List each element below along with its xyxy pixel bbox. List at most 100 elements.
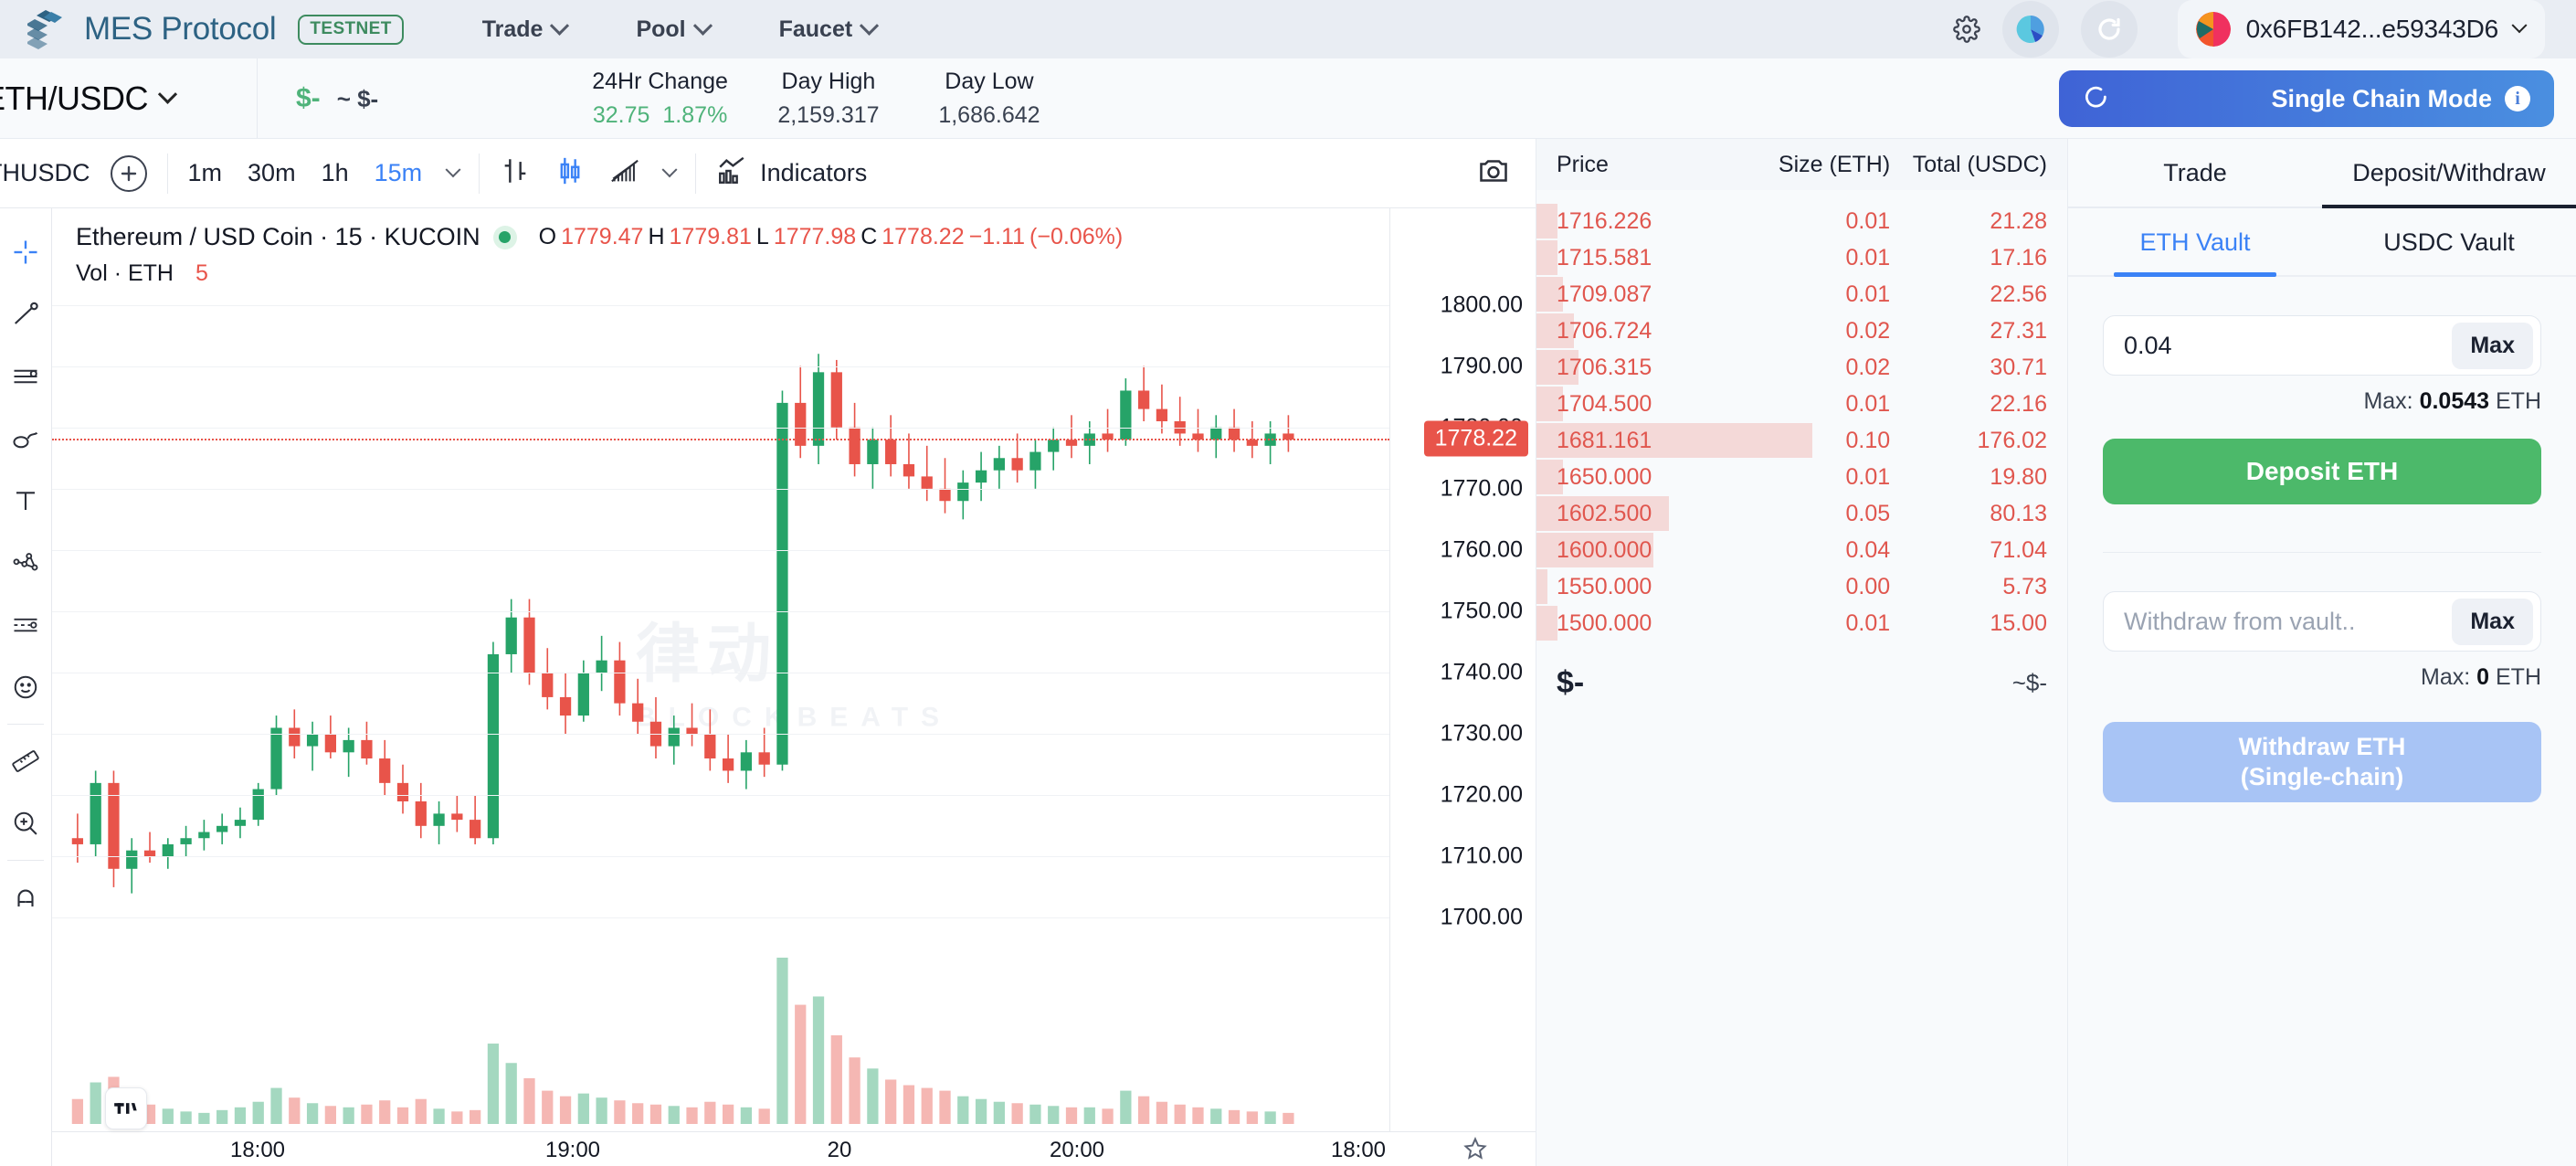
orderbook-mid-left: $- xyxy=(1557,665,1584,701)
magnet-icon[interactable] xyxy=(3,866,48,928)
info-icon[interactable]: i xyxy=(2505,86,2530,111)
pitchfork-icon[interactable] xyxy=(3,408,48,470)
orderbook-size: 0.01 xyxy=(1753,610,1890,637)
withdraw-amount-field[interactable]: Max xyxy=(2103,591,2541,652)
favorite-star-icon[interactable] xyxy=(1462,1136,1488,1166)
orderbook-row[interactable]: 1709.0870.0122.56 xyxy=(1536,276,2067,313)
heikin-ashi-icon[interactable] xyxy=(609,155,640,191)
timeframe-15m[interactable]: 15m xyxy=(375,159,423,187)
stat-label: 24Hr Change xyxy=(592,69,728,95)
tab-deposit-withdraw[interactable]: Deposit/Withdraw xyxy=(2322,139,2576,207)
price-axis-tick: 1750.00 xyxy=(1441,599,1523,625)
deposit-eth-button[interactable]: Deposit ETH xyxy=(2103,439,2541,504)
bar-style-icon[interactable] xyxy=(500,155,531,191)
withdraw-button-line2: (Single-chain) xyxy=(2241,763,2404,790)
orderbook-total: 71.04 xyxy=(1890,537,2047,564)
crosshair-icon[interactable] xyxy=(3,221,48,283)
indicators-icon xyxy=(716,155,747,191)
subtab-eth-vault[interactable]: ETH Vault xyxy=(2068,228,2322,275)
timeframe-1h[interactable]: 1h xyxy=(322,159,349,187)
horizontal-lines-icon[interactable] xyxy=(3,345,48,408)
chevron-down-icon xyxy=(860,16,879,35)
withdraw-amount-input[interactable] xyxy=(2124,608,2452,636)
candle-style-icon[interactable] xyxy=(554,155,586,191)
ohlc-low: 1777.98 xyxy=(774,224,856,250)
withdraw-eth-button[interactable]: Withdraw ETH (Single-chain) xyxy=(2103,722,2541,802)
orderbook-row[interactable]: 1715.5810.0117.16 xyxy=(1536,239,2067,276)
nav-item-faucet[interactable]: Faucet xyxy=(779,16,877,43)
patterns-icon[interactable] xyxy=(3,532,48,594)
chevron-down-icon[interactable] xyxy=(446,162,461,177)
time-axis[interactable]: 18:00 19:00 20 20:00 18:00 xyxy=(52,1131,1536,1166)
stat-label: Day Low xyxy=(929,69,1050,95)
chevron-down-icon[interactable] xyxy=(662,162,678,177)
orderbook-row[interactable]: 1550.0000.005.73 xyxy=(1536,568,2067,605)
price-axis[interactable]: 1800.001790.001780.001770.001760.001750.… xyxy=(1389,208,1536,1166)
emoji-icon[interactable] xyxy=(3,656,48,718)
trade-panel-tabs: Trade Deposit/Withdraw xyxy=(2068,139,2576,208)
gridline xyxy=(52,428,1389,429)
gridline xyxy=(52,856,1389,857)
subtab-usdc-vault[interactable]: USDC Vault xyxy=(2322,228,2576,275)
divider xyxy=(479,154,480,194)
stat-value-group: 2,159.317 xyxy=(768,102,889,129)
trend-line-icon[interactable] xyxy=(3,283,48,345)
orderbook-total: 5.73 xyxy=(1890,574,2047,600)
nav-item-pool-label: Pool xyxy=(636,16,685,43)
brand-logo-group[interactable]: MES Protocol TESTNET xyxy=(27,8,404,50)
orderbook-rows: 1716.2260.0121.281715.5810.0117.161709.0… xyxy=(1536,190,2067,641)
orderbook-price: 1715.581 xyxy=(1557,245,1753,271)
last-price-badge: 1778.22 xyxy=(1424,420,1528,456)
withdraw-max-suffix: ETH xyxy=(2489,664,2541,690)
gridline xyxy=(52,550,1389,551)
pair-selector[interactable]: ETH/USDC xyxy=(0,58,258,138)
add-symbol-icon[interactable] xyxy=(111,155,147,192)
zoom-in-icon[interactable] xyxy=(3,792,48,854)
measure-ruler-icon[interactable] xyxy=(3,730,48,792)
deposit-amount-field[interactable]: Max xyxy=(2103,315,2541,376)
nav-item-pool[interactable]: Pool xyxy=(636,16,709,43)
withdraw-max-button[interactable]: Max xyxy=(2452,599,2533,645)
camera-icon[interactable] xyxy=(1477,154,1510,192)
chart-plot[interactable]: Ethereum / USD Coin · 15 · KUCOIN O1779.… xyxy=(52,208,1536,1166)
orderbook-row[interactable]: 1650.0000.0119.80 xyxy=(1536,459,2067,495)
prediction-tool-icon[interactable] xyxy=(3,594,48,656)
timeframe-1m[interactable]: 1m xyxy=(188,159,223,187)
stat-day-high: Day High 2,159.317 xyxy=(748,69,909,129)
chart-area: Ethereum / USD Coin · 15 · KUCOIN O1779.… xyxy=(0,208,1536,1166)
chart-symbol-label[interactable]: ETHUSDC xyxy=(0,159,90,187)
orderbook-row[interactable]: 1706.7240.0227.31 xyxy=(1536,313,2067,349)
chart-legend-title-row: Ethereum / USD Coin · 15 · KUCOIN O1779.… xyxy=(76,223,1123,251)
portfolio-pie-icon[interactable] xyxy=(2002,1,2059,58)
deposit-max-button[interactable]: Max xyxy=(2452,323,2533,369)
orderbook-row[interactable]: 1716.2260.0121.28 xyxy=(1536,203,2067,239)
timeframe-30m[interactable]: 30m xyxy=(248,159,296,187)
status-dot-icon xyxy=(493,226,517,249)
orderbook-total: 15.00 xyxy=(1890,610,2047,637)
text-tool-icon[interactable] xyxy=(3,470,48,532)
orderbook-col-price: Price xyxy=(1557,152,1753,178)
orderbook-row[interactable]: 1706.3150.0230.71 xyxy=(1536,349,2067,386)
nav-item-trade[interactable]: Trade xyxy=(482,16,567,43)
brand-name: MES Protocol xyxy=(84,11,276,48)
orderbook-row[interactable]: 1704.5000.0122.16 xyxy=(1536,386,2067,422)
chart-toolbar: ETHUSDC 1m 30m 1h 15m xyxy=(0,139,1536,208)
tradingview-logo-icon[interactable] xyxy=(105,1087,147,1129)
single-chain-mode-toggle[interactable]: Single Chain Mode i xyxy=(2059,70,2554,127)
indicators-button[interactable]: Indicators xyxy=(716,155,867,191)
ohlc-close-key: C xyxy=(860,224,877,250)
wallet-button[interactable]: 0x6FB142...e59343D6 xyxy=(2178,0,2545,58)
gear-icon[interactable] xyxy=(1953,16,1980,43)
chain-mode-icon xyxy=(2083,83,2110,115)
tab-trade[interactable]: Trade xyxy=(2068,139,2322,207)
orderbook-total: 22.16 xyxy=(1890,391,2047,418)
orderbook-row[interactable]: 1602.5000.0580.13 xyxy=(1536,495,2067,532)
refresh-spinner-icon[interactable] xyxy=(2081,1,2138,58)
orderbook-row[interactable]: 1600.0000.0471.04 xyxy=(1536,532,2067,568)
orderbook-row[interactable]: 1681.1610.10176.02 xyxy=(1536,422,2067,459)
orderbook-row[interactable]: 1500.0000.0115.00 xyxy=(1536,605,2067,641)
orderbook-header: Price Size (ETH) Total (USDC) xyxy=(1536,139,2067,190)
orderbook-col-size: Size (ETH) xyxy=(1753,152,1890,178)
deposit-amount-input[interactable] xyxy=(2124,332,2452,360)
chevron-down-icon xyxy=(158,85,177,104)
